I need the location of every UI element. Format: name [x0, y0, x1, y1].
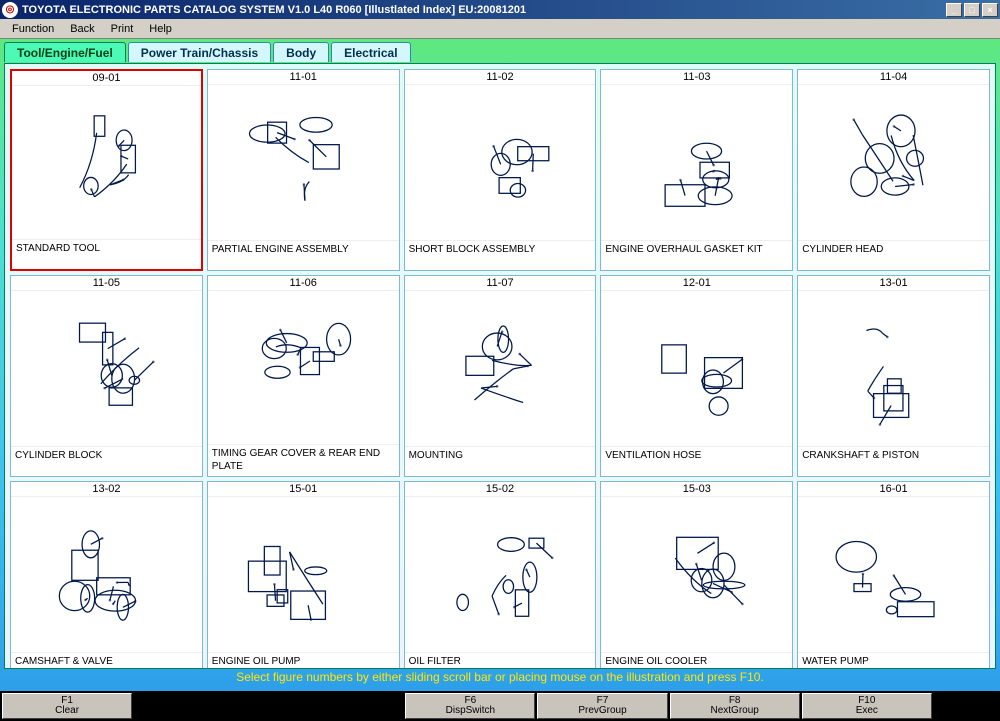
illustration-card[interactable]: 13-02 CAMSHAFT & VALVE [10, 481, 203, 669]
fnbar-spacer [134, 693, 403, 719]
fnkey-label: PrevGroup [578, 706, 626, 717]
card-code: 11-07 [405, 276, 596, 291]
menu-item-back[interactable]: Back [62, 21, 102, 37]
schematic-icon [12, 86, 201, 239]
illustration-card[interactable]: 13-01 CRANKSHAFT & PISTON [797, 275, 990, 477]
schematic-icon [208, 85, 399, 240]
fnkey-f1[interactable]: F1Clear [2, 693, 132, 719]
card-code: 16-01 [798, 482, 989, 497]
category-tabs: Tool/Engine/FuelPower Train/ChassisBodyE… [4, 42, 996, 62]
card-label: VENTILATION HOSE [601, 446, 792, 476]
illustration-card[interactable]: 11-01 PARTIAL ENGINE ASSEMBLY [207, 69, 400, 271]
illustration-card[interactable]: 16-01 WATER PUMP [797, 481, 990, 669]
card-label: CRANKSHAFT & PISTON [798, 446, 989, 476]
illustration-card[interactable]: 11-06 TIMING GEAR COVER & REAR END PLATE [207, 275, 400, 477]
card-label: MOUNTING [405, 446, 596, 476]
card-label: ENGINE OIL COOLER [601, 652, 792, 669]
card-code: 11-02 [405, 70, 596, 85]
card-label: SHORT BLOCK ASSEMBLY [405, 240, 596, 270]
card-code: 11-01 [208, 70, 399, 85]
menu-item-print[interactable]: Print [103, 21, 142, 37]
card-code: 11-06 [208, 276, 399, 291]
schematic-icon [405, 291, 596, 446]
schematic-icon [601, 85, 792, 240]
card-label: WATER PUMP [798, 652, 989, 669]
schematic-icon [798, 85, 989, 240]
tab-power-train-chassis[interactable]: Power Train/Chassis [128, 42, 271, 62]
card-code: 11-04 [798, 70, 989, 85]
card-code: 15-01 [208, 482, 399, 497]
card-code: 15-03 [601, 482, 792, 497]
illustration-card[interactable]: 09-01 STANDARD TOOL [10, 69, 203, 271]
fnkey-f7[interactable]: F7PrevGroup [537, 693, 667, 719]
fnkey-f6[interactable]: F6DispSwitch [405, 693, 535, 719]
illustration-card[interactable]: 11-07 MOUNTING [404, 275, 597, 477]
illustration-card[interactable]: 11-02 SHORT BLOCK ASSEMBLY [404, 69, 597, 271]
window-title: TOYOTA ELECTRONIC PARTS CATALOG SYSTEM V… [22, 4, 946, 16]
card-code: 13-01 [798, 276, 989, 291]
window-titlebar: ◎ TOYOTA ELECTRONIC PARTS CATALOG SYSTEM… [0, 0, 1000, 19]
tab-body[interactable]: Body [273, 42, 329, 62]
schematic-icon [208, 291, 399, 444]
window-controls: _ □ × [946, 3, 998, 17]
function-key-bar: F1Clear F6DispSwitchF7PrevGroupF8NextGrou… [0, 691, 1000, 721]
schematic-icon [601, 291, 792, 446]
illustration-grid-wrap: 09-01 STANDARD TOOL 11-01 PARTIAL ENGINE AS… [4, 63, 996, 669]
tab-tool-engine-fuel[interactable]: Tool/Engine/Fuel [4, 42, 126, 62]
illustration-card[interactable]: 15-02 OIL FILTER [404, 481, 597, 669]
schematic-icon [11, 497, 202, 652]
menu-item-help[interactable]: Help [141, 21, 180, 37]
card-label: CYLINDER BLOCK [11, 446, 202, 476]
schematic-icon [405, 85, 596, 240]
illustration-grid: 09-01 STANDARD TOOL 11-01 PARTIAL ENGINE AS… [10, 69, 990, 664]
fnbar-spacer [934, 693, 998, 719]
fnkey-label: Clear [55, 706, 79, 717]
card-code: 13-02 [11, 482, 202, 497]
card-code: 11-05 [11, 276, 202, 291]
illustration-card[interactable]: 15-03 ENGINE OIL COOLER [600, 481, 793, 669]
card-code: 11-03 [601, 70, 792, 85]
fnkey-f8[interactable]: F8NextGroup [670, 693, 800, 719]
minimize-button[interactable]: _ [946, 3, 962, 17]
schematic-icon [11, 291, 202, 446]
card-label: STANDARD TOOL [12, 239, 201, 269]
card-label: CYLINDER HEAD [798, 240, 989, 270]
instruction-text: Select figure numbers by either sliding … [4, 669, 996, 687]
fnkey-label: NextGroup [710, 706, 758, 717]
illustration-card[interactable]: 11-03 ENGINE OVERHAUL GASKET KIT [600, 69, 793, 271]
card-code: 12-01 [601, 276, 792, 291]
fnkey-label: DispSwitch [446, 706, 495, 717]
illustration-card[interactable]: 11-04 CYLINDER HEAD [797, 69, 990, 271]
schematic-icon [208, 497, 399, 652]
tab-electrical[interactable]: Electrical [331, 42, 410, 62]
card-label: ENGINE OVERHAUL GASKET KIT [601, 240, 792, 270]
card-label: TIMING GEAR COVER & REAR END PLATE [208, 444, 399, 476]
schematic-icon [798, 497, 989, 652]
menu-bar: FunctionBackPrintHelp [0, 19, 1000, 39]
card-label: OIL FILTER [405, 652, 596, 669]
schematic-icon [405, 497, 596, 652]
app-icon: ◎ [2, 2, 18, 18]
client-area: Tool/Engine/FuelPower Train/ChassisBodyE… [0, 39, 1000, 691]
card-code: 09-01 [12, 71, 201, 86]
fnkey-label: Exec [856, 706, 878, 717]
card-label: ENGINE OIL PUMP [208, 652, 399, 669]
fnkey-f10[interactable]: F10Exec [802, 693, 932, 719]
close-button[interactable]: × [982, 3, 998, 17]
schematic-icon [601, 497, 792, 652]
card-label: CAMSHAFT & VALVE [11, 652, 202, 669]
menu-item-function[interactable]: Function [4, 21, 62, 37]
maximize-button[interactable]: □ [964, 3, 980, 17]
illustration-card[interactable]: 11-05 CYLINDER BLOCK [10, 275, 203, 477]
card-label: PARTIAL ENGINE ASSEMBLY [208, 240, 399, 270]
card-code: 15-02 [405, 482, 596, 497]
illustration-card[interactable]: 12-01 VENTILATION HOSE [600, 275, 793, 477]
illustration-card[interactable]: 15-01 ENGINE OIL PUMP [207, 481, 400, 669]
schematic-icon [798, 291, 989, 446]
